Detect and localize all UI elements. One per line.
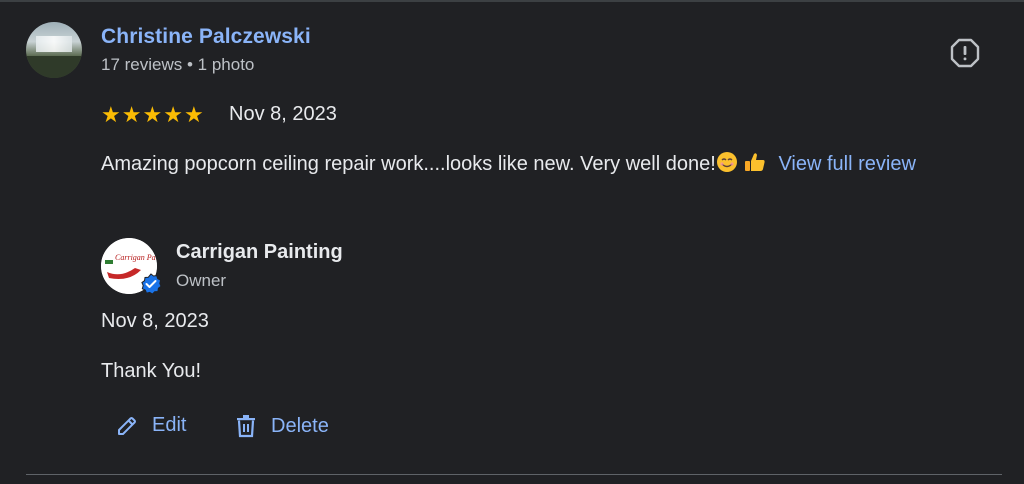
star-icon: ★ <box>101 102 121 127</box>
pencil-icon <box>116 415 138 437</box>
star-rating: ★ ★ ★ ★ ★ <box>101 102 204 128</box>
star-icon: ★ <box>183 102 204 127</box>
edit-button[interactable]: Edit <box>116 414 186 437</box>
smiling-face-icon <box>716 151 738 183</box>
review-body: Amazing popcorn ceiling repair work....l… <box>101 153 716 175</box>
view-full-review-link[interactable]: View full review <box>778 153 915 175</box>
report-icon[interactable] <box>950 38 980 68</box>
divider <box>26 474 1002 475</box>
edit-label: Edit <box>152 414 187 436</box>
trash-icon <box>235 414 257 438</box>
review-card: Christine Palczewski 17 reviews • 1 phot… <box>0 0 1024 484</box>
reply-date: Nov 8, 2023 <box>101 310 209 332</box>
delete-button[interactable]: Delete <box>235 414 329 438</box>
owner-logo-text: Carrigan Painting <box>115 253 157 262</box>
verified-badge-icon <box>140 273 162 295</box>
delete-label: Delete <box>271 414 329 437</box>
reply-text: Thank You! <box>101 360 202 382</box>
reviewer-avatar[interactable] <box>26 22 82 78</box>
star-icon: ★ <box>142 102 163 127</box>
owner-role: Owner <box>176 271 227 290</box>
review-date: Nov 8, 2023 <box>229 103 337 125</box>
star-icon: ★ <box>121 102 142 127</box>
avatar-trees <box>26 56 82 78</box>
review-text: Amazing popcorn ceiling repair work....l… <box>101 149 981 183</box>
avatar-waterfall <box>36 36 72 52</box>
star-icon: ★ <box>163 102 183 127</box>
owner-name: Carrigan Painting <box>176 241 343 263</box>
thumbs-up-icon <box>743 151 767 183</box>
top-border <box>0 0 1024 2</box>
reviewer-name[interactable]: Christine Palczewski <box>101 25 311 49</box>
reviewer-meta: 17 reviews • 1 photo <box>101 55 255 74</box>
